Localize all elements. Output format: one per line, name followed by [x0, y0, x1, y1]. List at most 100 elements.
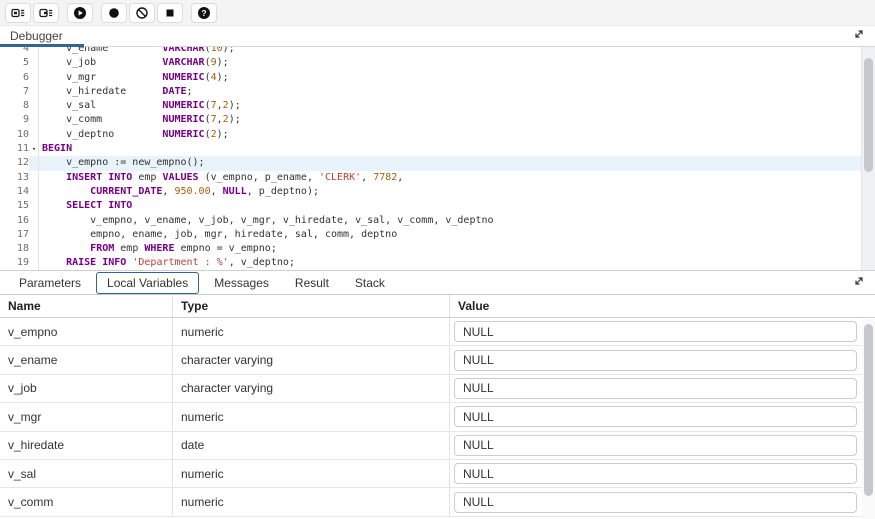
variable-name: v_empno — [0, 318, 173, 345]
code-editor[interactable]: 4 v_ename VARCHAR(10);5 v_job VARCHAR(9)… — [0, 47, 875, 271]
code-text[interactable]: BEGIN — [39, 142, 861, 156]
variable-value-input[interactable] — [454, 321, 857, 342]
expand-diagonal-icon — [853, 27, 865, 45]
column-header-value: Value — [450, 295, 875, 317]
editor-scrollbar-thumb[interactable] — [864, 58, 873, 172]
tab-messages[interactable]: Messages — [203, 272, 280, 294]
variable-value-input[interactable] — [454, 378, 857, 399]
code-text[interactable]: FROM emp WHERE empno = v_empno; — [39, 242, 861, 256]
line-number[interactable]: 6 — [0, 71, 29, 85]
variable-name: v_ename — [0, 346, 173, 373]
code-text[interactable]: v_comm NUMERIC(7,2); — [39, 113, 861, 127]
code-line-19[interactable]: 19 RAISE INFO 'Department : %', v_deptno… — [0, 256, 861, 270]
line-number[interactable]: 11 — [0, 142, 29, 156]
code-text[interactable]: v_job VARCHAR(9); — [39, 56, 861, 70]
code-text[interactable]: v_sal NUMERIC(7,2); — [39, 99, 861, 113]
line-number[interactable]: 17 — [0, 228, 29, 242]
variable-value-input[interactable] — [454, 406, 857, 427]
code-text[interactable]: v_empno := new_empno(); — [39, 156, 861, 170]
line-number[interactable]: 19 — [0, 256, 29, 270]
tab-stack[interactable]: Stack — [344, 272, 396, 294]
variable-value-cell — [450, 488, 875, 515]
code-text[interactable]: v_hiredate DATE; — [39, 85, 861, 99]
variable-row-v_mgr: v_mgrnumeric — [0, 403, 875, 431]
line-number[interactable]: 15 — [0, 199, 29, 213]
line-number[interactable]: 18 — [0, 242, 29, 256]
stop-button[interactable] — [157, 3, 183, 23]
toggle-breakpoint-button[interactable] — [101, 3, 127, 23]
line-number[interactable]: 14 — [0, 185, 29, 199]
code-line-6[interactable]: 6 v_mgr NUMERIC(4); — [0, 71, 861, 85]
variable-type: date — [173, 432, 450, 459]
help-button[interactable]: ? — [191, 3, 217, 23]
code-line-18[interactable]: 18 FROM emp WHERE empno = v_empno; — [0, 242, 861, 256]
table-scrollbar[interactable] — [862, 319, 875, 519]
table-scrollbar-thumb[interactable] — [864, 324, 873, 496]
code-line-15[interactable]: 15 SELECT INTO — [0, 199, 861, 213]
line-number[interactable]: 12 — [0, 156, 29, 170]
variable-value-input[interactable] — [454, 463, 857, 484]
step-into-button[interactable] — [5, 3, 31, 23]
variable-value-cell — [450, 460, 875, 487]
tab-debugger[interactable]: Debugger — [0, 26, 77, 46]
code-line-4[interactable]: 4 v_ename VARCHAR(10); — [0, 47, 861, 56]
code-line-11[interactable]: 11▾BEGIN — [0, 142, 861, 156]
line-number[interactable]: 13 — [0, 171, 29, 185]
code-line-13[interactable]: 13 INSERT INTO emp VALUES (v_empno, p_en… — [0, 171, 861, 185]
panel-expand-button[interactable] — [852, 276, 866, 290]
editor-scrollbar[interactable] — [861, 47, 875, 270]
continue-button[interactable] — [67, 3, 93, 23]
code-line-8[interactable]: 8 v_sal NUMERIC(7,2); — [0, 99, 861, 113]
tab-debugger-label: Debugger — [10, 29, 63, 43]
column-header-name: Name — [0, 295, 173, 317]
code-text[interactable]: v_deptno NUMERIC(2); — [39, 128, 861, 142]
debug-panel-tabbar: ParametersLocal VariablesMessagesResultS… — [0, 271, 875, 295]
variable-value-input[interactable] — [454, 435, 857, 456]
line-number[interactable]: 8 — [0, 99, 29, 113]
code-text[interactable]: INSERT INTO emp VALUES (v_empno, p_ename… — [39, 171, 861, 185]
variable-type: character varying — [173, 346, 450, 373]
gutter-divider — [38, 47, 39, 270]
line-number[interactable]: 10 — [0, 128, 29, 142]
code-text[interactable]: CURRENT_DATE, 950.00, NULL, p_deptno); — [39, 185, 861, 199]
variable-row-v_comm: v_commnumeric — [0, 488, 875, 516]
stop-square-icon — [163, 6, 177, 20]
code-line-16[interactable]: 16 v_empno, v_ename, v_job, v_mgr, v_hir… — [0, 214, 861, 228]
code-text[interactable]: SELECT INTO — [39, 199, 861, 213]
code-text[interactable]: empno, ename, job, mgr, hiredate, sal, c… — [39, 228, 861, 242]
code-text[interactable]: v_mgr NUMERIC(4); — [39, 71, 861, 85]
editor-expand-button[interactable] — [852, 29, 866, 43]
clear-all-breakpoints-button[interactable] — [129, 3, 155, 23]
variable-value-input[interactable] — [454, 350, 857, 371]
variable-name: v_sal — [0, 460, 173, 487]
variable-type: numeric — [173, 488, 450, 515]
local-variables-table: Name Type Value v_empnonumericv_enamecha… — [0, 295, 875, 519]
table-body: v_empnonumericv_enamecharacter varyingv_… — [0, 318, 875, 517]
code-line-12[interactable]: 12 v_empno := new_empno(); — [0, 156, 861, 170]
step-over-button[interactable] — [33, 3, 59, 23]
tab-parameters[interactable]: Parameters — [8, 272, 92, 294]
tab-result[interactable]: Result — [284, 272, 340, 294]
line-number[interactable]: 16 — [0, 214, 29, 228]
code-text[interactable]: v_ename VARCHAR(10); — [39, 47, 861, 56]
code-line-7[interactable]: 7 v_hiredate DATE; — [0, 85, 861, 99]
line-number[interactable]: 5 — [0, 56, 29, 70]
variable-type: character varying — [173, 375, 450, 402]
variable-value-input[interactable] — [454, 492, 857, 513]
code-line-5[interactable]: 5 v_job VARCHAR(9); — [0, 56, 861, 70]
tab-local-variables[interactable]: Local Variables — [96, 272, 199, 294]
code-line-14[interactable]: 14 CURRENT_DATE, 950.00, NULL, p_deptno)… — [0, 185, 861, 199]
help-icon: ? — [197, 6, 211, 20]
line-number[interactable]: 7 — [0, 85, 29, 99]
code-line-10[interactable]: 10 v_deptno NUMERIC(2); — [0, 128, 861, 142]
code-line-17[interactable]: 17 empno, ename, job, mgr, hiredate, sal… — [0, 228, 861, 242]
code-line-9[interactable]: 9 v_comm NUMERIC(7,2); — [0, 113, 861, 127]
line-number[interactable]: 4 — [0, 47, 29, 56]
code-lines: 4 v_ename VARCHAR(10);5 v_job VARCHAR(9)… — [0, 47, 861, 271]
variable-value-cell — [450, 403, 875, 430]
line-number[interactable]: 9 — [0, 113, 29, 127]
breakpoint-circle-icon — [107, 6, 121, 20]
variable-row-v_job: v_jobcharacter varying — [0, 375, 875, 403]
code-text[interactable]: v_empno, v_ename, v_job, v_mgr, v_hireda… — [39, 214, 861, 228]
code-text[interactable]: RAISE INFO 'Department : %', v_deptno; — [39, 256, 861, 270]
